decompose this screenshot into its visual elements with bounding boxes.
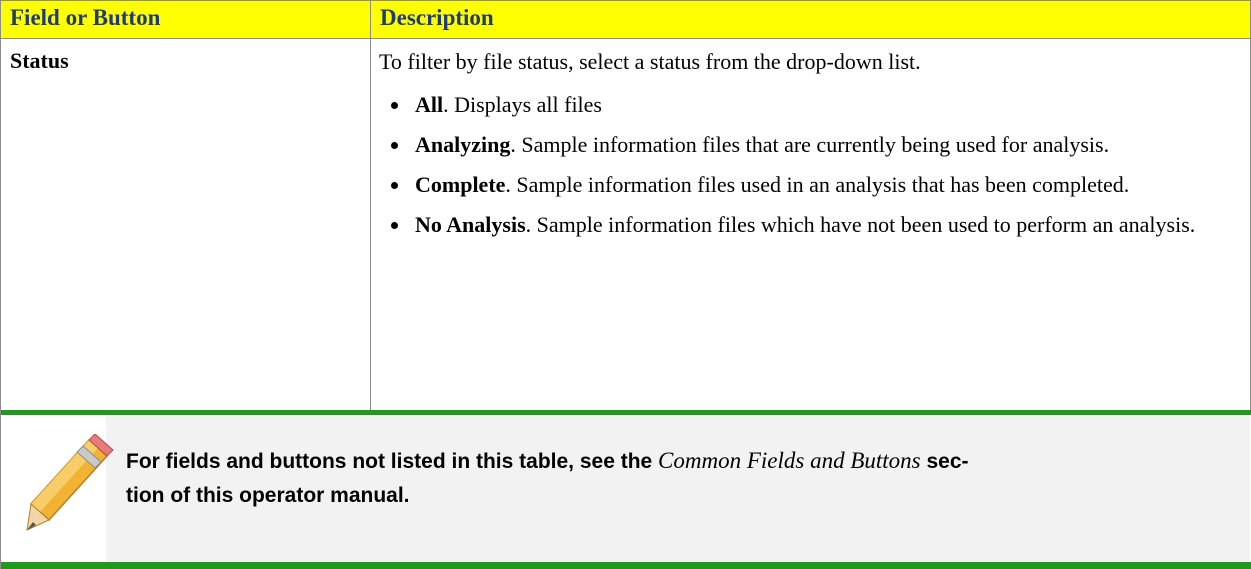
- option-description: . Displays all files: [443, 92, 602, 117]
- note-box: For fields and buttons not listed in thi…: [0, 410, 1251, 569]
- column-header-field: Field or Button: [0, 0, 371, 39]
- option-description: . Sample information files which have no…: [525, 212, 1196, 237]
- list-item: All. Displays all files: [379, 90, 1242, 120]
- column-header-description: Description: [370, 0, 1251, 39]
- table-header-row: Field or Button Description: [0, 0, 1251, 39]
- description-cell: To filter by file status, select a statu…: [370, 38, 1251, 411]
- bullet-icon: [391, 102, 398, 109]
- table-row: Status To filter by file status, select …: [0, 38, 1251, 411]
- document-page: Field or Button Description Status To fi…: [0, 0, 1251, 569]
- bullet-icon: [391, 182, 398, 189]
- bullet-icon: [391, 142, 398, 149]
- option-term: All: [415, 92, 444, 117]
- note-text-tail: sec-: [920, 450, 969, 473]
- option-term: Analyzing: [415, 132, 511, 157]
- note-text: For fields and buttons not listed in thi…: [126, 444, 1236, 513]
- list-item: Analyzing. Sample information files that…: [379, 130, 1242, 160]
- note-text-continuation: tion of this operator manual.: [126, 484, 410, 507]
- note-bottom-rule: [1, 562, 1251, 569]
- field-name-cell: Status: [0, 38, 371, 411]
- option-description: . Sample information files that are curr…: [510, 132, 1110, 157]
- option-description: . Sample information files used in an an…: [505, 172, 1130, 197]
- note-text-lead: For fields and buttons not listed in thi…: [126, 450, 659, 473]
- field-description-table: Field or Button Description Status To fi…: [0, 0, 1251, 411]
- list-item: Complete. Sample information files used …: [379, 170, 1242, 200]
- description-intro: To filter by file status, select a statu…: [379, 49, 921, 74]
- bullet-icon: [391, 222, 398, 229]
- pencil-icon: [26, 434, 114, 531]
- status-option-list: All. Displays all files Analyzing. Sampl…: [379, 90, 1242, 240]
- list-item: No Analysis. Sample information files wh…: [379, 210, 1242, 240]
- option-term: No Analysis: [415, 212, 526, 237]
- option-term: Complete: [415, 172, 506, 197]
- note-reference: Common Fields and Buttons: [658, 448, 921, 473]
